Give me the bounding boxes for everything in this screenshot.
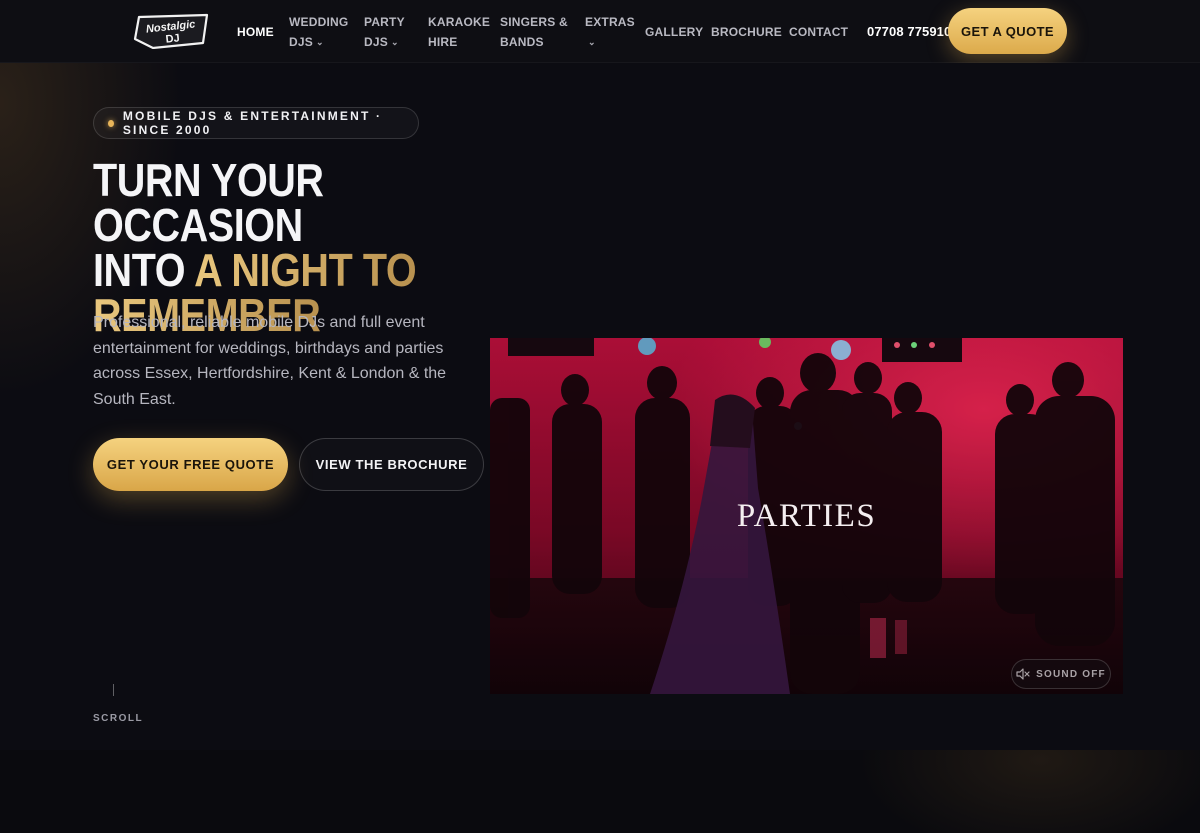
nav-wedding-djs-label-2: DJS (289, 35, 313, 49)
sound-toggle-label: SOUND OFF (1036, 668, 1106, 680)
next-section (0, 750, 1200, 833)
chevron-down-icon: ⌄ (390, 37, 399, 47)
speaker-muted-icon (1016, 668, 1030, 680)
nav-party-djs-label-1: PARTY (364, 15, 405, 29)
chevron-down-icon: ⌄ (315, 37, 324, 47)
nav-wedding-djs-label-1: WEDDING (289, 15, 349, 29)
scroll-indicator-line (113, 684, 114, 696)
nav-contact-label: CONTACT (789, 25, 849, 39)
nav-contact[interactable]: CONTACT (789, 22, 848, 42)
nav-extras[interactable]: EXTRAS ⌄ (585, 12, 635, 53)
nav-party-djs-label-2: DJS (364, 35, 388, 49)
nav-karaoke-hire[interactable]: KARAOKE HIRE (428, 12, 490, 52)
phone-number-link[interactable]: 07708 775910 (867, 22, 951, 42)
headline-line-1: TURN YOUR OCCASION (93, 154, 324, 251)
nav-singers-bands[interactable]: SINGERS & BANDS (500, 12, 568, 52)
nav-karaoke-hire-label-1: KARAOKE (428, 15, 491, 29)
nav-karaoke-hire-label-2: HIRE (428, 35, 458, 49)
nav-gallery-label: GALLERY (645, 25, 704, 39)
site-header: Nostalgic DJ HOME WEDDING DJS ⌄ PARTY DJS… (0, 0, 1200, 63)
nav-home[interactable]: HOME (237, 22, 274, 42)
since-badge: MOBILE DJS & ENTERTAINMENT · SINCE 2000 (93, 107, 419, 139)
get-free-quote-button[interactable]: GET YOUR FREE QUOTE (93, 438, 288, 491)
hero-description: Professional, reliable mobile DJs and fu… (93, 314, 447, 408)
logo-badge-icon: Nostalgic DJ (133, 13, 209, 50)
nav-gallery[interactable]: GALLERY (645, 22, 703, 42)
dot-icon (108, 119, 114, 127)
nav-singers-bands-label-2: BANDS (500, 35, 544, 49)
nav-brochure[interactable]: BROCHURE (711, 22, 782, 42)
nav-extras-label: EXTRAS (585, 15, 635, 29)
logo[interactable]: Nostalgic DJ (133, 13, 211, 50)
chevron-down-icon: ⌄ (588, 37, 596, 47)
get-a-quote-button[interactable]: GET A QUOTE (948, 8, 1067, 54)
nav-brochure-label: BROCHURE (711, 25, 782, 39)
sound-toggle-button[interactable]: SOUND OFF (1011, 659, 1111, 689)
logo-text-line2: DJ (165, 32, 180, 45)
nav-singers-bands-label-1: SINGERS & (500, 15, 568, 29)
scroll-label[interactable]: SCROLL (93, 713, 143, 724)
nav-home-label: HOME (237, 25, 274, 39)
view-brochure-button[interactable]: VIEW THE BROCHURE (299, 438, 484, 491)
nav-wedding-djs[interactable]: WEDDING DJS ⌄ (289, 12, 348, 53)
nav-party-djs[interactable]: PARTY DJS ⌄ (364, 12, 405, 53)
since-badge-text: MOBILE DJS & ENTERTAINMENT · SINCE 2000 (122, 109, 383, 137)
video-caption: PARTIES (736, 498, 877, 534)
